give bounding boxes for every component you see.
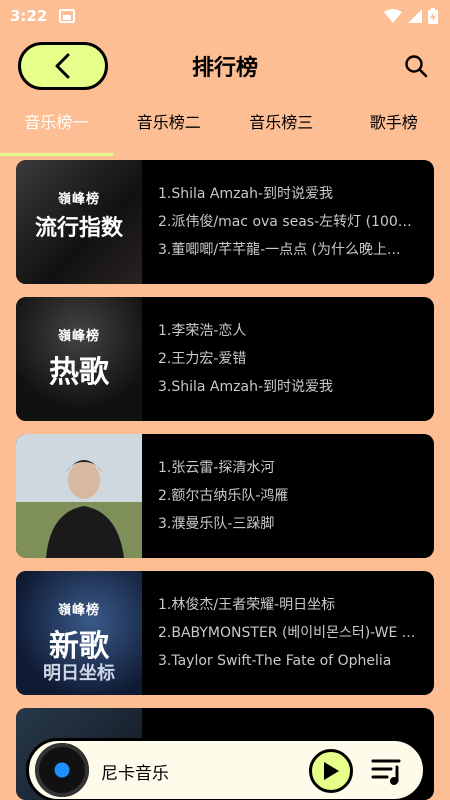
song-item: 1.李荣浩-恋人: [158, 323, 247, 339]
player-track-name: 尼卡音乐: [101, 764, 169, 784]
battery-icon: [428, 8, 438, 24]
search-icon: [405, 55, 428, 78]
song-list: 1.张云雷-探清水河 2.额尔古纳乐队-鸿雁 3.濮曼乐队-三跺脚: [158, 434, 420, 558]
search-button[interactable]: [402, 52, 430, 80]
tab-bar: 音乐榜一 音乐榜二 音乐榜三 歌手榜: [0, 104, 450, 156]
chart-cover-photo: [16, 434, 142, 558]
header: 排行榜: [0, 38, 450, 94]
play-icon: [324, 762, 339, 780]
status-time: 3:22: [10, 7, 48, 25]
song-item: 3.Taylor Swift-The Fate of Ophelia: [158, 653, 392, 669]
song-list: 1.Shila Amzah-到时说爱我 2.派伟俊/mac ova seas-左…: [158, 160, 420, 284]
page-title: 排行榜: [191, 56, 258, 81]
song-item: 3.濮曼乐队-三跺脚: [158, 516, 275, 532]
cover-logo: 嶺峰榜: [57, 192, 100, 207]
song-item: 2.派伟俊/mac ova seas-左转灯 (1000...: [158, 214, 420, 230]
cover-logo: 嶺峰榜: [57, 329, 100, 344]
playlist-button[interactable]: [369, 753, 405, 789]
cover-subtitle: 明日坐标: [43, 663, 115, 684]
song-list: 1.李荣浩-恋人 2.王力宏-爱错 3.Shila Amzah-到时说爱我: [158, 297, 420, 421]
song-item: 1.林俊杰/王者荣耀-明日坐标: [158, 597, 336, 613]
tab-singer-chart[interactable]: 歌手榜: [338, 104, 450, 154]
cover-title: 热歌: [49, 355, 109, 390]
singer-portrait-image: [46, 460, 124, 558]
song-list: 1.林俊杰/王者荣耀-明日坐标 2.BABYMONSTER (베이비몬스터)-W…: [158, 571, 420, 695]
song-item: 3.董唧唧/芊芊龍-一点点 (为什么晚上...: [158, 242, 401, 258]
cover-title: 流行指数: [34, 216, 123, 241]
mini-player[interactable]: 尼卡音乐: [26, 738, 426, 800]
chart-cover: 嶺峰榜 流行指数: [16, 160, 142, 284]
playlist-icon: [371, 759, 401, 785]
status-bar: 3:22: [0, 0, 450, 32]
song-item: 1.Shila Amzah-到时说爱我: [158, 186, 333, 202]
signal-icon: [408, 9, 422, 23]
song-item: 2.额尔古纳乐队-鸿雁: [158, 488, 289, 504]
image-notification-icon: [59, 9, 76, 23]
chart-cover: 嶺峰榜 热歌: [16, 297, 142, 421]
tab-music-chart-2[interactable]: 音乐榜二: [113, 104, 226, 154]
chart-card-popular-index[interactable]: 嶺峰榜 流行指数 1.Shila Amzah-到时说爱我 2.派伟俊/mac o…: [16, 160, 434, 284]
chart-card-folk[interactable]: 1.张云雷-探清水河 2.额尔古纳乐队-鸿雁 3.濮曼乐队-三跺脚: [16, 434, 434, 558]
chart-card-new-songs[interactable]: 嶺峰榜 新歌 明日坐标 1.林俊杰/王者荣耀-明日坐标 2.BABYMONSTE…: [16, 571, 434, 695]
song-item: 2.王力宏-爱错: [158, 351, 247, 367]
vinyl-disc-icon: [35, 743, 89, 797]
wifi-icon: [384, 9, 402, 23]
chart-cover: 嶺峰榜 新歌 明日坐标: [16, 571, 142, 695]
status-icons: [384, 8, 438, 24]
song-item: 3.Shila Amzah-到时说爱我: [158, 379, 333, 395]
song-item: 1.张云雷-探清水河: [158, 460, 275, 476]
chart-card-hot-songs[interactable]: 嶺峰榜 热歌 1.李荣浩-恋人 2.王力宏-爱错 3.Shila Amzah-到…: [16, 297, 434, 421]
tab-music-chart-3[interactable]: 音乐榜三: [225, 104, 338, 154]
play-button[interactable]: [309, 749, 353, 793]
tab-music-chart-1[interactable]: 音乐榜一: [0, 104, 113, 156]
cover-logo: 嶺峰榜: [57, 603, 100, 618]
song-item: 2.BABYMONSTER (베이비몬스터)-WE ...: [158, 625, 416, 641]
